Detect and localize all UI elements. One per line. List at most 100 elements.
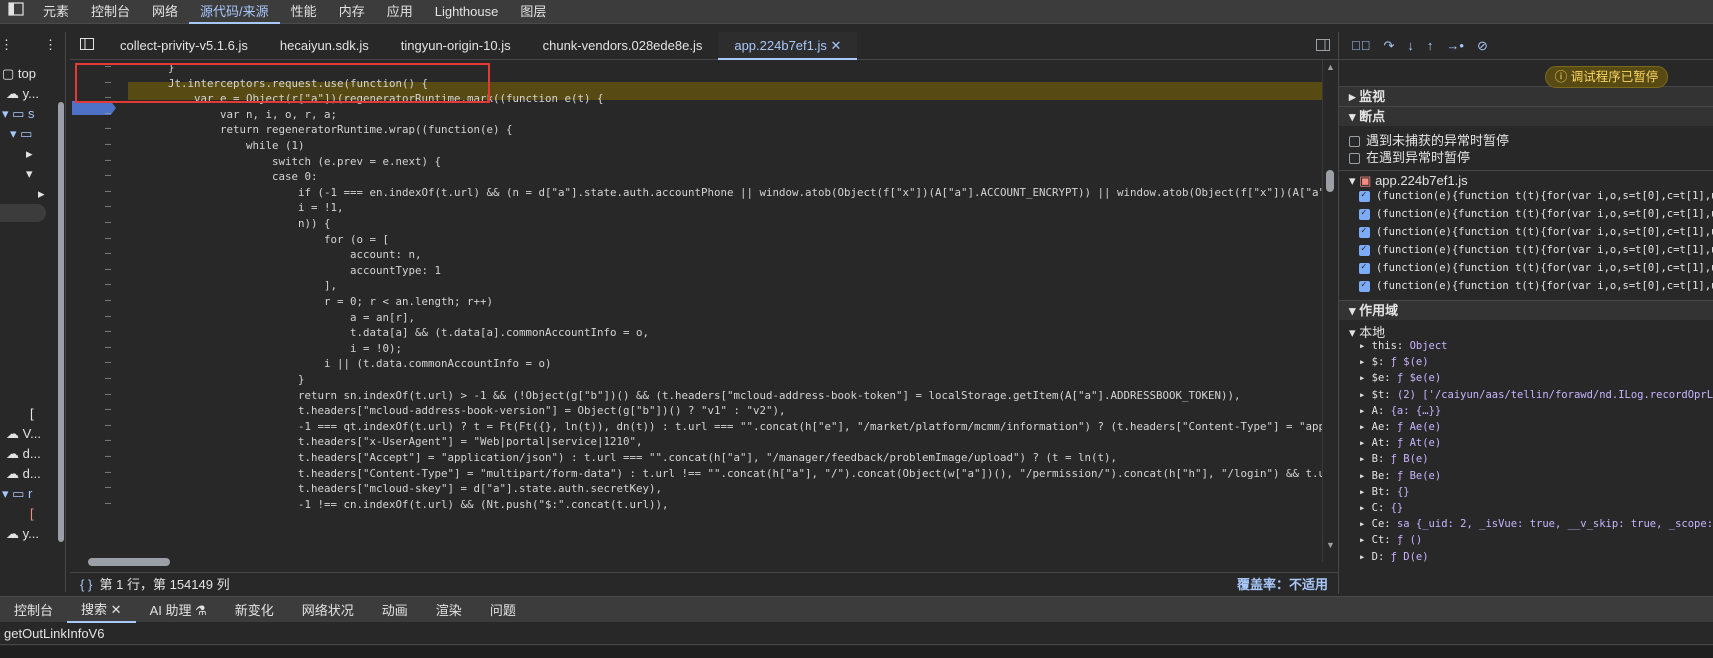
line-marker[interactable]: – [102, 233, 114, 244]
pretty-print-icon[interactable]: { } [80, 577, 92, 592]
breakpoint-item[interactable]: (function(e){function t(t){for(var i,o,s… [1339, 244, 1713, 256]
editor-tab[interactable]: chunk-vendors.028ede8e.js [527, 32, 719, 60]
local-scope[interactable]: ▾ 本地 [1339, 322, 1713, 341]
line-marker[interactable]: – [102, 108, 114, 119]
line-marker[interactable]: – [102, 451, 114, 462]
scope-var[interactable]: ▸ Bt: {} [1339, 486, 1713, 498]
search-input[interactable]: getOutLinkInfoV6 [0, 623, 1713, 645]
scope-var[interactable]: ▸ B: ƒ B(e) [1339, 453, 1713, 465]
line-marker[interactable]: – [102, 155, 114, 166]
editor-tab[interactable]: tingyun-origin-10.js [385, 32, 527, 60]
scope-var[interactable]: ▸ Ce: sa {_uid: 2, _isVue: true, __v_ski… [1339, 518, 1713, 530]
tab-performance[interactable]: 性能 [280, 0, 328, 24]
scope-var[interactable]: ▸ A: {a: {…}} [1339, 405, 1713, 417]
tab-elements[interactable]: 元素 [32, 0, 80, 24]
tab-application[interactable]: 应用 [376, 0, 424, 24]
step-over-icon[interactable]: ↷ [1384, 38, 1395, 54]
line-marker[interactable]: – [102, 295, 114, 306]
line-marker[interactable]: – [102, 342, 114, 353]
close-icon[interactable]: ✕ [831, 38, 842, 53]
watch-section[interactable]: ▸ 监视 [1339, 86, 1713, 106]
deactivate-breakpoints-icon[interactable]: ⊘ [1477, 38, 1488, 54]
line-marker[interactable]: – [102, 201, 114, 212]
toggle-navigator-icon[interactable] [70, 32, 104, 60]
line-marker[interactable]: – [102, 467, 114, 478]
scope-var[interactable]: ▸ this: Object [1339, 340, 1713, 352]
editor-tab[interactable]: hecaiyun.sdk.js [264, 32, 385, 60]
line-marker[interactable]: – [102, 404, 114, 415]
scope-var[interactable]: ▸ $: ƒ $(e) [1339, 356, 1713, 368]
scope-var[interactable]: ▸ Ae: ƒ Ae(e) [1339, 421, 1713, 433]
nav-item[interactable]: ☁ y... [6, 526, 39, 542]
line-marker[interactable]: – [102, 139, 114, 150]
scope-var[interactable]: ▸ D: ƒ D(e) [1339, 551, 1713, 563]
line-marker[interactable]: – [102, 264, 114, 275]
pause-caught-checkbox[interactable]: 在遇到异常时暂停 [1339, 147, 1713, 166]
dock-icon[interactable] [0, 0, 32, 24]
navigator-tabs-icon[interactable]: ⋮ [0, 37, 13, 53]
editor-horizontal-scrollbar[interactable] [70, 556, 1320, 568]
breakpoint-item[interactable]: (function(e){function t(t){for(var i,o,s… [1339, 226, 1713, 238]
drawer-tab-rendering[interactable]: 渲染 [422, 600, 476, 619]
editor-tab-active[interactable]: app.224b7ef1.js ✕ [718, 31, 858, 60]
line-marker[interactable]: – [102, 248, 114, 259]
drawer-tab-whats-new[interactable]: 新变化 [221, 600, 288, 619]
scope-var[interactable]: ▸ Be: ƒ Be(e) [1339, 470, 1713, 482]
line-marker[interactable]: – [102, 186, 114, 197]
close-icon[interactable]: ✕ [111, 602, 122, 617]
editor-vertical-scrollbar[interactable] [1322, 60, 1338, 562]
step-into-icon[interactable]: ↓ [1407, 38, 1414, 53]
tab-memory[interactable]: 内存 [328, 0, 376, 24]
nav-folder[interactable]: ▾ ▭ [10, 126, 32, 142]
line-marker[interactable]: – [102, 326, 114, 337]
line-marker[interactable]: – [102, 217, 114, 228]
bp-file-group[interactable]: ▾ ▣ app.224b7ef1.js [1339, 170, 1713, 189]
editor-tab[interactable]: collect-privity-v5.1.6.js [104, 32, 264, 60]
line-marker[interactable]: – [102, 435, 114, 446]
nav-folder[interactable]: ▾ [26, 166, 33, 182]
toggle-debugger-icon[interactable] [1316, 39, 1330, 54]
nav-selected-item[interactable] [0, 204, 46, 222]
resume-icon[interactable]: ▶⃒ [1351, 38, 1371, 53]
nav-item[interactable]: ☁ d... [6, 466, 41, 482]
navigator-scrollbar[interactable] [58, 102, 64, 542]
drawer-tab-console[interactable]: 控制台 [0, 600, 67, 619]
nav-item[interactable]: ▾ ▭ s [2, 106, 35, 122]
editor-hscroll-thumb[interactable] [88, 558, 170, 566]
editor-scroll-thumb[interactable] [1326, 170, 1334, 192]
line-marker[interactable]: – [102, 482, 114, 493]
drawer-tab-ai[interactable]: AI 助理 ⚗ [136, 600, 221, 619]
breakpoints-section[interactable]: ▾ 断点 [1339, 106, 1713, 126]
drawer-tab-animations[interactable]: 动画 [368, 600, 422, 619]
nav-item[interactable]: [ [30, 406, 34, 421]
nav-item[interactable]: ☁ V... [6, 426, 41, 442]
scope-section[interactable]: ▾ 作用域 [1339, 300, 1713, 320]
tab-network[interactable]: 网络 [141, 0, 189, 24]
nav-item[interactable]: [ [30, 506, 34, 521]
scroll-up-icon[interactable]: ▲ [1326, 62, 1335, 72]
scope-var[interactable]: ▸ Ct: ƒ () [1339, 534, 1713, 546]
tab-layers[interactable]: 图层 [509, 0, 557, 24]
breakpoint-item[interactable]: (function(e){function t(t){for(var i,o,s… [1339, 262, 1713, 274]
nav-folder[interactable]: ▸ [38, 186, 45, 202]
line-marker[interactable]: – [102, 373, 114, 384]
tab-console[interactable]: 控制台 [80, 0, 141, 24]
drawer-tab-search[interactable]: 搜索 ✕ [67, 597, 136, 623]
nav-folder[interactable]: ▸ [26, 146, 33, 162]
tab-sources[interactable]: 源代码/来源 [189, 0, 280, 24]
line-marker[interactable]: – [102, 123, 114, 134]
breakpoint-item[interactable]: (function(e){function t(t){for(var i,o,s… [1339, 280, 1713, 292]
drawer-tab-network-conditions[interactable]: 网络状况 [288, 600, 368, 619]
drawer-tab-issues[interactable]: 问题 [476, 600, 530, 619]
line-marker[interactable]: – [102, 279, 114, 290]
scroll-down-icon[interactable]: ▼ [1326, 540, 1335, 550]
scope-var[interactable]: ▸ At: ƒ At(e) [1339, 437, 1713, 449]
line-marker[interactable]: – [102, 357, 114, 368]
scope-var[interactable]: ▸ $t: (2) ['/caiyun/aas/tellin/forawd/nd… [1339, 389, 1713, 401]
coverage-status[interactable]: 覆盖率：不适用 [1237, 574, 1328, 593]
breakpoint-item[interactable]: (function(e){function t(t){for(var i,o,s… [1339, 190, 1713, 202]
line-marker[interactable]: – [102, 311, 114, 322]
tab-lighthouse[interactable]: Lighthouse [424, 0, 510, 24]
line-marker[interactable]: – [102, 170, 114, 181]
step-icon[interactable]: →• [1446, 38, 1464, 53]
